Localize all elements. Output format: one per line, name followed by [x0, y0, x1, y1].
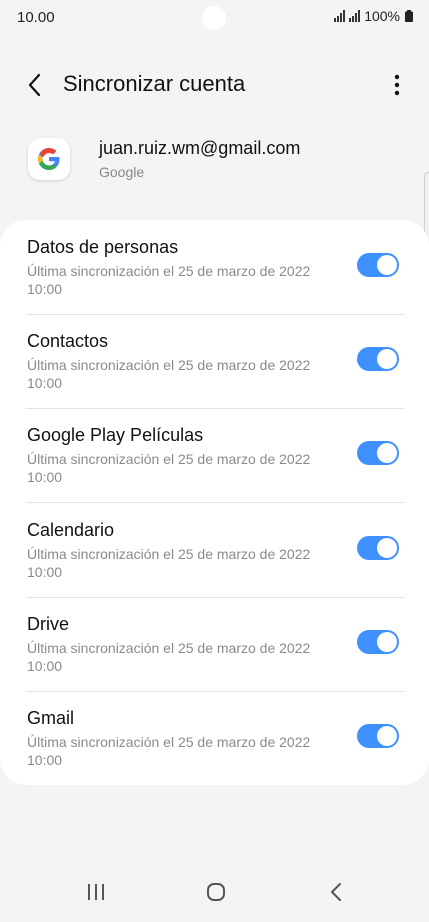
signal-icon: [334, 10, 346, 22]
sync-toggle-calendario[interactable]: [357, 536, 399, 560]
back-icon: [331, 883, 341, 901]
battery-percentage: 100%: [364, 8, 400, 24]
sync-item-title: Datos de personas: [27, 237, 179, 257]
sync-item-contactos[interactable]: Contactos Última sincronización el 25 de…: [0, 314, 429, 408]
more-options-button[interactable]: [387, 70, 407, 100]
sync-items-card: Datos de personas Última sincronización …: [0, 220, 429, 785]
sync-item-title: Gmail: [27, 708, 75, 728]
sync-item-title: Drive: [27, 614, 70, 634]
toggle-knob: [377, 349, 397, 369]
chevron-left-icon: [28, 73, 41, 97]
home-button[interactable]: [198, 876, 234, 908]
page-title: Sincronizar cuenta: [63, 71, 246, 96]
google-g-icon: [38, 148, 60, 170]
sync-item-datos-de-personas[interactable]: Datos de personas Última sincronización …: [0, 220, 429, 314]
signal-icon: [349, 10, 361, 22]
toggle-knob: [377, 538, 397, 558]
sync-toggle-datos-de-personas[interactable]: [357, 253, 399, 277]
back-button[interactable]: [20, 70, 50, 100]
sync-item-subtitle: Última sincronización el 25 de marzo de …: [27, 451, 311, 485]
toggle-knob: [377, 726, 397, 746]
sync-item-calendario[interactable]: Calendario Última sincronización el 25 d…: [0, 503, 429, 597]
sync-item-title: Contactos: [27, 331, 109, 351]
sync-item-subtitle: Última sincronización el 25 de marzo de …: [27, 546, 311, 580]
front-camera: [202, 6, 226, 30]
account-provider: Google: [99, 164, 145, 180]
toggle-knob: [377, 443, 397, 463]
sync-toggle-drive[interactable]: [357, 630, 399, 654]
recents-icon: [88, 884, 104, 900]
home-icon: [207, 883, 225, 901]
nav-back-button[interactable]: [318, 876, 354, 908]
sync-item-google-play-peliculas[interactable]: Google Play Películas Última sincronizac…: [0, 408, 429, 502]
status-time: 10.00: [17, 9, 55, 26]
account-info: juan.ruiz.wm@gmail.com Google: [0, 130, 429, 190]
recents-button[interactable]: [78, 876, 114, 908]
sync-item-subtitle: Última sincronización el 25 de marzo de …: [27, 263, 311, 297]
toggle-knob: [377, 255, 397, 275]
sync-item-subtitle: Última sincronización el 25 de marzo de …: [27, 357, 311, 391]
sync-item-gmail[interactable]: Gmail Última sincronización el 25 de mar…: [0, 691, 429, 785]
sync-item-subtitle: Última sincronización el 25 de marzo de …: [27, 734, 311, 768]
sync-item-drive[interactable]: Drive Última sincronización el 25 de mar…: [0, 597, 429, 691]
sync-item-title: Calendario: [27, 520, 115, 540]
google-logo: [28, 138, 70, 180]
sync-item-title: Google Play Películas: [27, 425, 204, 445]
sync-toggle-contactos[interactable]: [357, 347, 399, 371]
toggle-knob: [377, 632, 397, 652]
sync-item-subtitle: Última sincronización el 25 de marzo de …: [27, 640, 311, 674]
system-navigation-bar: [0, 862, 429, 922]
sync-toggle-gmail[interactable]: [357, 724, 399, 748]
status-bar: 10.00 100%: [0, 0, 429, 36]
app-header: Sincronizar cuenta: [0, 60, 429, 108]
account-email: juan.ruiz.wm@gmail.com: [99, 138, 301, 158]
status-icons: 100%: [334, 8, 413, 24]
battery-icon: [405, 10, 413, 22]
sync-toggle-google-play-peliculas[interactable]: [357, 441, 399, 465]
more-vertical-icon: [394, 74, 400, 96]
